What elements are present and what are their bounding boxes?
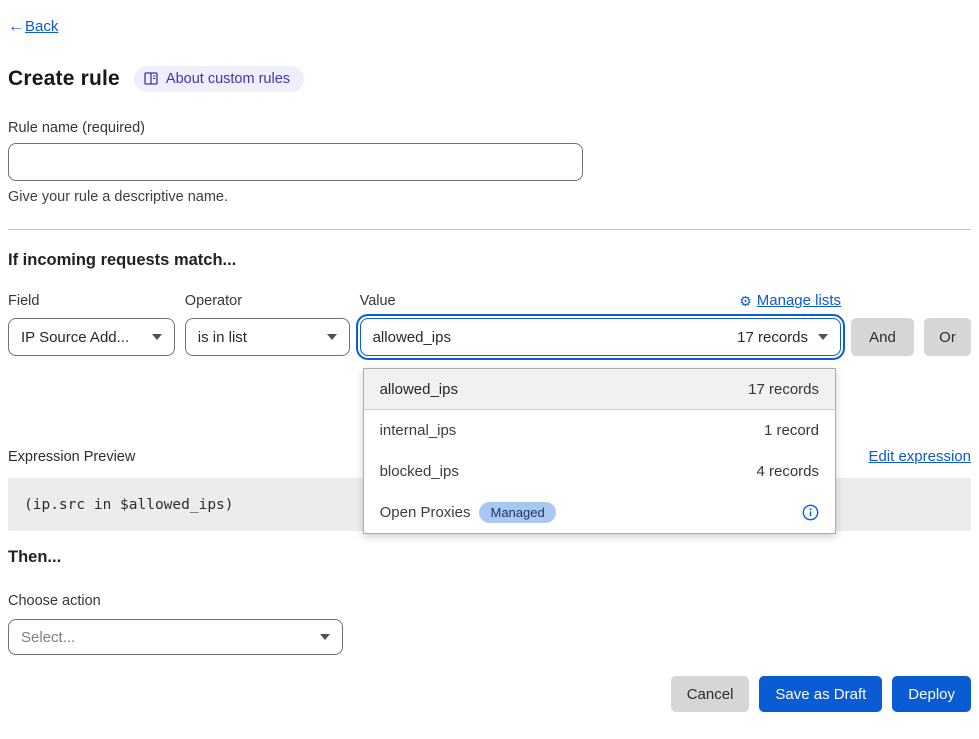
then-section-heading: Then... xyxy=(8,548,971,567)
operator-select-value: is in list xyxy=(198,329,317,346)
section-divider xyxy=(8,229,971,230)
about-custom-rules-link[interactable]: About custom rules xyxy=(134,66,304,92)
cancel-button[interactable]: Cancel xyxy=(671,676,750,712)
chevron-down-icon xyxy=(152,334,162,340)
rule-name-input[interactable] xyxy=(8,143,583,181)
list-option-name: allowed_ips xyxy=(380,381,749,398)
field-select-value: IP Source Add... xyxy=(21,329,142,346)
value-select-value: allowed_ips xyxy=(373,329,738,346)
list-option-blocked-ips[interactable]: blocked_ips 4 records xyxy=(364,451,835,492)
action-select-placeholder: Select... xyxy=(21,629,310,646)
managed-badge: Managed xyxy=(479,502,555,523)
chevron-down-icon xyxy=(327,334,337,340)
list-option-allowed-ips[interactable]: allowed_ips 17 records xyxy=(364,369,835,410)
edit-expression-link[interactable]: Edit expression xyxy=(868,448,971,465)
list-dropdown-panel: allowed_ips 17 records internal_ips 1 re… xyxy=(363,368,836,534)
choose-action-label: Choose action xyxy=(8,593,971,609)
create-rule-page: ←Back Create rule About custom rules Rul… xyxy=(0,0,979,712)
back-row: ←Back xyxy=(8,18,971,36)
field-label: Field xyxy=(8,293,175,309)
value-select[interactable]: allowed_ips 17 records xyxy=(360,318,841,356)
list-option-open-proxies[interactable]: Open Proxies Managed xyxy=(364,492,835,533)
manage-lists-link-wrap: ⚙ Manage lists xyxy=(739,292,841,309)
list-option-name: internal_ips xyxy=(380,422,764,439)
chevron-down-icon xyxy=(818,334,828,340)
back-arrow-icon: ← xyxy=(8,18,24,36)
value-column: Value ⚙ Manage lists allowed_ips 17 reco… xyxy=(360,292,841,356)
rule-name-label: Rule name (required) xyxy=(8,120,971,136)
list-option-name: blocked_ips xyxy=(380,463,757,480)
title-row: Create rule About custom rules xyxy=(8,66,971,92)
operator-select[interactable]: is in list xyxy=(185,318,350,356)
value-label: Value xyxy=(360,293,396,309)
info-icon[interactable] xyxy=(802,504,819,521)
deploy-button[interactable]: Deploy xyxy=(892,676,971,712)
match-condition-row: Field IP Source Add... Operator is in li… xyxy=(8,292,971,356)
and-button[interactable]: And xyxy=(851,318,914,356)
list-option-internal-ips[interactable]: internal_ips 1 record xyxy=(364,410,835,451)
about-custom-rules-label: About custom rules xyxy=(166,71,290,87)
expression-preview-label: Expression Preview xyxy=(8,449,135,465)
list-option-name: Open Proxies xyxy=(380,504,471,521)
save-as-draft-button[interactable]: Save as Draft xyxy=(759,676,882,712)
operator-label: Operator xyxy=(185,293,350,309)
or-button[interactable]: Or xyxy=(924,318,971,356)
operator-column: Operator is in list xyxy=(185,293,350,356)
list-option-record-count: 4 records xyxy=(756,463,819,480)
chevron-down-icon xyxy=(320,634,330,640)
list-option-record-count: 17 records xyxy=(748,381,819,398)
page-title: Create rule xyxy=(8,67,120,91)
value-header-row: Value ⚙ Manage lists xyxy=(360,292,841,309)
list-option-record-count: 1 record xyxy=(764,422,819,439)
manage-lists-link[interactable]: Manage lists xyxy=(757,292,841,309)
rule-name-helper-text: Give your rule a descriptive name. xyxy=(8,189,971,205)
book-icon xyxy=(144,72,159,86)
back-link-label: Back xyxy=(25,18,58,35)
footer-actions: Cancel Save as Draft Deploy xyxy=(8,676,971,712)
back-link[interactable]: ←Back xyxy=(8,18,58,35)
value-select-record-count: 17 records xyxy=(737,329,808,346)
field-select[interactable]: IP Source Add... xyxy=(8,318,175,356)
expression-code: (ip.src in $allowed_ips) xyxy=(24,497,234,513)
match-section-heading: If incoming requests match... xyxy=(8,251,971,270)
field-column: Field IP Source Add... xyxy=(8,293,175,356)
action-select[interactable]: Select... xyxy=(8,619,343,655)
gear-icon: ⚙ xyxy=(739,294,752,308)
